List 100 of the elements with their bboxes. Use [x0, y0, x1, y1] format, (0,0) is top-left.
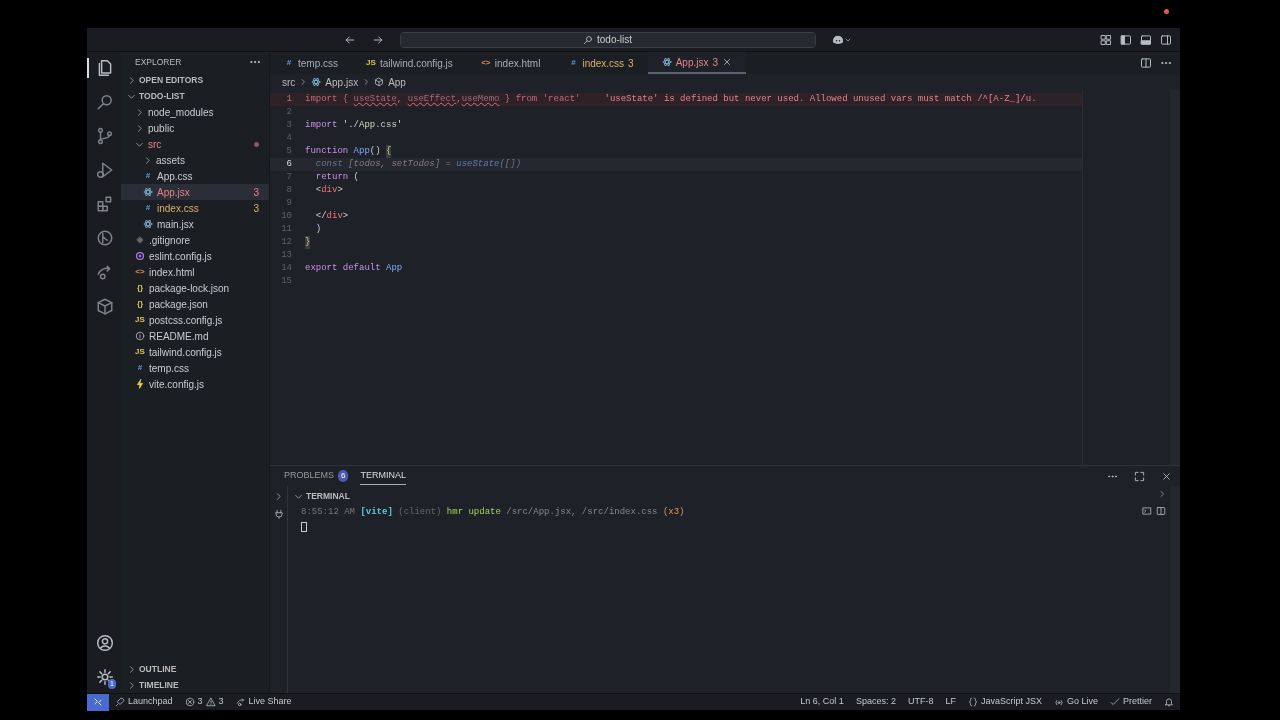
chevron-right-icon[interactable] — [127, 664, 136, 674]
chevron-right-icon — [299, 78, 308, 86]
file-tree-item[interactable]: {} package.json — [121, 296, 269, 312]
branch-icon[interactable] — [96, 127, 114, 145]
status-item[interactable]: Launchpad — [109, 695, 179, 709]
status-item[interactable]: Prettier — [1104, 695, 1158, 709]
maximize-icon[interactable] — [1134, 470, 1145, 482]
command-center-search[interactable]: todo-list — [399, 31, 816, 48]
line-number: 14 — [280, 261, 293, 275]
status-item[interactable]: UTF-8 — [901, 695, 940, 709]
file-tree-item[interactable]: vite.config.js — [121, 376, 269, 392]
status-item[interactable]: JavaScript JSX — [961, 695, 1048, 709]
file-name: main.jsx — [157, 217, 195, 232]
files-icon[interactable] — [96, 59, 114, 77]
file-tree-item[interactable]: # App.css — [121, 168, 269, 184]
file-name: public — [148, 121, 176, 136]
error-message: 'useState' is defined but never used. Allowed unused vars must match /^[A-Z_]/u. — [604, 92, 1037, 106]
editor-tab[interactable]: <> index.html — [466, 52, 555, 74]
diamond-icon — [135, 235, 145, 245]
file-tree-item[interactable]: <> index.html — [121, 264, 269, 280]
chevron-right-icon[interactable] — [127, 75, 136, 85]
settings-icon[interactable] — [96, 668, 114, 686]
chevron-right-icon[interactable] — [127, 680, 136, 690]
file-name: package.json — [149, 297, 209, 312]
line-number: 8 — [285, 183, 293, 197]
file-tree-item[interactable]: JS postcss.config.js — [121, 312, 269, 328]
file-tree-item[interactable]: eslint.config.js — [121, 248, 269, 264]
file-type-icon: # — [568, 57, 579, 69]
file-type-icon: # — [284, 57, 294, 69]
editor-tab[interactable]: # temp.css — [270, 52, 352, 74]
section-header[interactable]: TODO-LIST — [139, 89, 185, 103]
terminal-icon[interactable] — [1142, 506, 1152, 516]
panel-tab[interactable]: TERMINAL — [360, 466, 406, 486]
status-item[interactable]: LF — [939, 695, 962, 709]
file-tree-item[interactable]: App.jsx 3 — [121, 184, 269, 200]
back-arrow-icon[interactable] — [343, 33, 356, 46]
file-tree-item[interactable]: node_modules — [121, 104, 269, 120]
scrollbar[interactable] — [1170, 90, 1180, 465]
live-share-icon — [235, 697, 246, 707]
status-item[interactable]: Ln 6, Col 1 — [794, 695, 850, 709]
timeline-icon[interactable] — [96, 229, 114, 247]
toggle-sidebar-icon[interactable] — [1120, 33, 1132, 46]
breadcrumb-item[interactable]: App — [374, 74, 406, 90]
forward-arrow-icon[interactable] — [371, 33, 384, 46]
file-tree-item[interactable]: {} package-lock.json — [121, 280, 269, 296]
file-type-icon: # — [143, 170, 153, 182]
file-tree-item[interactable]: main.jsx — [121, 216, 269, 232]
close-icon[interactable] — [1161, 470, 1172, 482]
atom-icon — [661, 57, 672, 67]
box-icon[interactable] — [96, 297, 114, 315]
code-line: </div> — [314, 209, 349, 223]
line-number: 2 — [285, 105, 293, 119]
tab-label[interactable]: index.css — [582, 55, 625, 71]
file-tree-item[interactable]: # index.css 3 — [121, 200, 269, 216]
breadcrumb-item[interactable]: src — [282, 74, 296, 90]
split-editor-icon[interactable] — [1156, 506, 1166, 516]
file-tree-item[interactable]: .gitignore — [121, 232, 269, 248]
line-number: 13 — [280, 248, 293, 262]
status-item[interactable]: Go Live — [1047, 695, 1104, 709]
section-header[interactable]: OPEN EDITORS — [139, 73, 204, 87]
copilot-menu-button[interactable] — [831, 33, 852, 46]
line-number: 7 — [285, 170, 293, 184]
file-name: index.html — [149, 265, 196, 280]
problems-status[interactable]: 3 3 — [178, 695, 230, 709]
remote-button[interactable] — [87, 693, 109, 711]
atom-icon — [311, 77, 322, 87]
toggle-panel-icon[interactable] — [1140, 33, 1152, 46]
split-editor-icon[interactable] — [1140, 57, 1152, 69]
run-debug-icon[interactable] — [96, 161, 114, 179]
section-header[interactable]: TIMELINE — [139, 678, 179, 692]
file-tree-item[interactable]: README.md — [121, 328, 269, 344]
editor-tab[interactable]: JS tailwind.config.js — [352, 52, 467, 74]
panel-tab[interactable]: PROBLEMS 6 — [284, 467, 349, 485]
status-item[interactable]: Live Share — [229, 695, 298, 709]
editor-tab[interactable]: App.jsx 3 — [647, 52, 746, 74]
file-tree-item[interactable]: # temp.css — [121, 360, 269, 376]
tab-label[interactable]: App.jsx — [675, 54, 709, 70]
code-line: return ( — [314, 170, 360, 184]
toggle-secondary-sidebar-icon[interactable] — [1160, 33, 1172, 46]
editor-tab[interactable]: # index.css 3 — [554, 52, 648, 74]
layout-icon[interactable] — [1100, 33, 1112, 46]
file-tree-item[interactable]: src — [121, 136, 269, 152]
atom-icon — [143, 219, 153, 229]
file-tree-item[interactable]: assets — [121, 152, 269, 168]
file-tree-item[interactable]: JS tailwind.config.js — [121, 344, 269, 360]
code-line: import './App.css' — [305, 118, 403, 132]
close-icon[interactable] — [722, 57, 732, 67]
sidebar-title: EXPLORER — [135, 55, 183, 69]
file-tree-item[interactable]: public — [121, 120, 269, 136]
account-icon[interactable] — [96, 634, 114, 652]
extensions-icon[interactable] — [96, 195, 114, 213]
chevron-right-icon[interactable] — [274, 492, 283, 501]
breadcrumb-item[interactable]: App.jsx — [311, 74, 359, 90]
status-item[interactable]: Spaces: 2 — [849, 695, 902, 709]
braces-icon — [967, 697, 978, 707]
section-header[interactable]: OUTLINE — [139, 662, 177, 676]
terminal-header[interactable]: TERMINAL — [306, 489, 350, 503]
file-name: App.css — [157, 169, 194, 184]
search-icon[interactable] — [96, 93, 114, 111]
line-number: 10 — [280, 209, 293, 223]
